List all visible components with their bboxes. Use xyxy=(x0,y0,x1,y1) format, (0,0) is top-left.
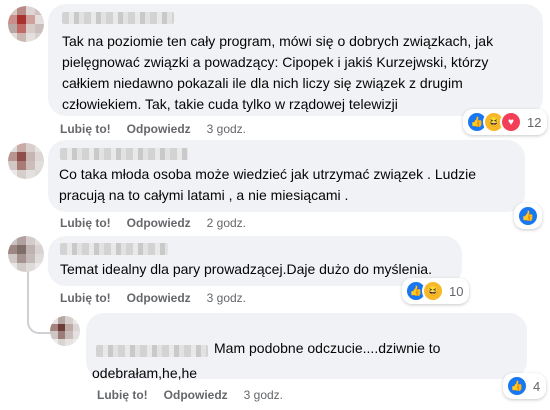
reply-button[interactable]: Odpowiedz xyxy=(127,216,191,230)
comment-text: Tak na poziomie ten cały program, mówi s… xyxy=(62,33,494,112)
reaction-count: 12 xyxy=(527,114,542,130)
timestamp[interactable]: 3 godz. xyxy=(207,122,246,136)
reaction-count: 4 xyxy=(533,378,541,394)
author-name[interactable] xyxy=(62,12,174,24)
reactions-summary[interactable]: 👍 😆 10 xyxy=(402,278,470,304)
reaction-count: 10 xyxy=(449,283,464,299)
reactions-summary[interactable]: 👍 xyxy=(514,203,542,229)
reactions-summary[interactable]: 👍 4 xyxy=(503,373,547,399)
comment-text: Temat idealny dla pary prowadzącej.Daje … xyxy=(60,261,432,277)
avatar[interactable] xyxy=(50,316,80,346)
haha-icon: 😆 xyxy=(422,280,444,302)
like-icon: 👍 xyxy=(517,205,539,227)
reply-button[interactable]: Odpowiedz xyxy=(127,291,191,305)
like-icon: 👍 xyxy=(506,375,528,397)
avatar[interactable] xyxy=(8,143,44,179)
reply-text: Mam podobne odczucie....dziwnie to odebr… xyxy=(92,340,441,381)
like-button[interactable]: Lubię to! xyxy=(60,216,111,230)
timestamp[interactable]: 2 godz. xyxy=(207,216,246,230)
reply-button[interactable]: Odpowiedz xyxy=(164,388,228,402)
reactions-summary[interactable]: 👍 😆 ♥ 12 xyxy=(463,109,548,135)
timestamp[interactable]: 3 godz. xyxy=(244,388,283,402)
love-icon: ♥ xyxy=(500,111,522,133)
author-name[interactable] xyxy=(60,148,188,160)
like-button[interactable]: Lubię to! xyxy=(97,388,148,402)
comment-text: Co taka młoda osoba może wiedzieć jak ut… xyxy=(59,166,477,203)
like-button[interactable]: Lubię to! xyxy=(60,122,111,136)
author-name[interactable] xyxy=(60,243,168,255)
avatar[interactable] xyxy=(8,6,44,42)
thread-connector xyxy=(27,300,51,334)
like-button[interactable]: Lubię to! xyxy=(60,291,111,305)
avatar[interactable] xyxy=(8,236,44,272)
reply-button[interactable]: Odpowiedz xyxy=(127,122,191,136)
timestamp[interactable]: 3 godz. xyxy=(207,291,246,305)
